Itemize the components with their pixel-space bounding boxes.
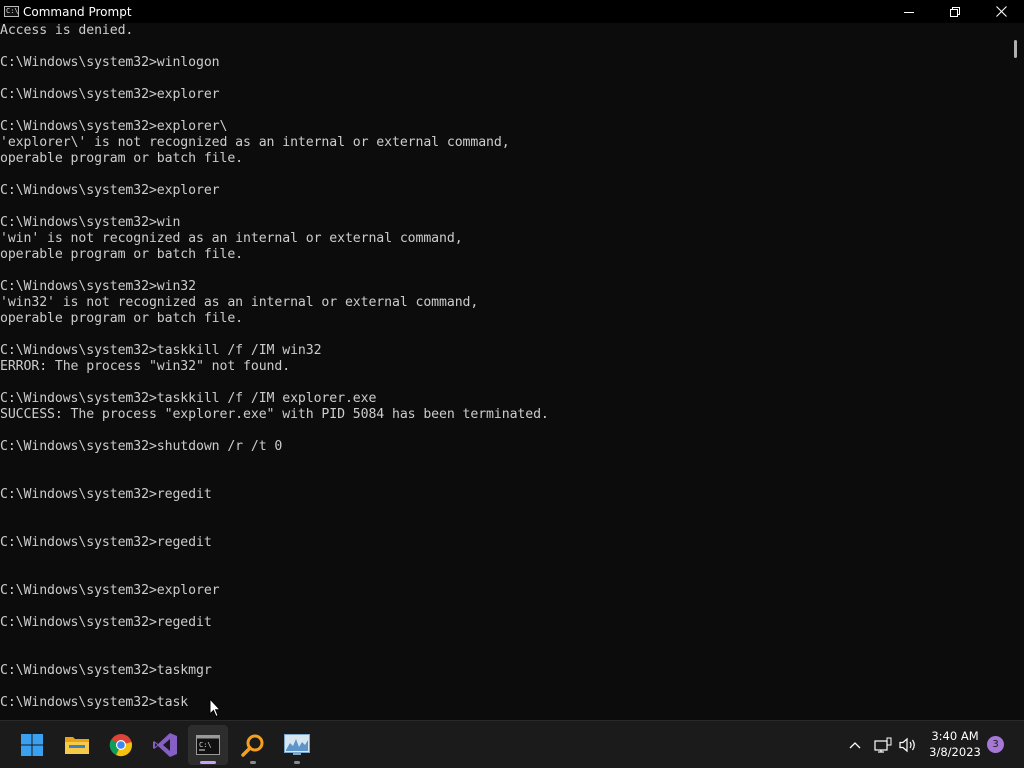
show-hidden-icons-button[interactable]: [846, 733, 864, 757]
console-line: operable program or batch file.: [0, 311, 244, 326]
taskbar-command-prompt[interactable]: C:\: [188, 725, 228, 765]
restore-icon: [950, 6, 960, 17]
console-line: C:\Windows\system32>explorer: [0, 583, 220, 598]
magnifier-icon: [241, 734, 264, 757]
console-line: ERROR: The process "win32" not found.: [0, 359, 291, 374]
volume-icon: [899, 737, 915, 753]
console-line: C:\Windows\system32>shutdown /r /t 0: [0, 439, 283, 454]
console-line: C:\Windows\system32>regedit: [0, 487, 212, 502]
taskbar-visual-studio[interactable]: [145, 725, 185, 765]
console-line: C:\Windows\system32>taskmgr: [0, 663, 212, 678]
console-line: C:\Windows\system32>taskkill /f /IM expl…: [0, 391, 377, 406]
console-line: 'win32' is not recognized as an internal…: [0, 295, 479, 310]
mouse-pointer-icon: [209, 697, 222, 722]
console-line: C:\Windows\system32>win: [0, 215, 181, 230]
taskbar-file-explorer[interactable]: [57, 725, 97, 765]
minimize-icon: [904, 11, 914, 13]
windows-start-icon: [21, 734, 43, 756]
clock-time: 3:40 AM: [931, 729, 979, 743]
taskbar-magnifier[interactable]: [233, 725, 273, 765]
clock-button[interactable]: 3:40 AM 3/8/2023: [920, 728, 990, 760]
console-line: 'explorer\' is not recognized as an inte…: [0, 135, 510, 150]
network-icon: [874, 737, 892, 753]
network-button[interactable]: [872, 733, 894, 757]
console-line: Access is denied.: [0, 23, 134, 38]
chevron-up-icon: [849, 742, 861, 749]
folder-icon: [65, 737, 89, 754]
console-line: C:\Windows\system32>explorer: [0, 87, 220, 102]
monitor-chart-icon: [284, 734, 310, 755]
start-button[interactable]: [12, 725, 52, 765]
icon-text: C:\: [6, 7, 19, 15]
window-controls: [886, 0, 1024, 23]
notification-badge[interactable]: 3: [987, 736, 1004, 753]
taskbar: C:\ 3:40 AM 3/8/2023: [0, 720, 1024, 768]
console-line: C:\Windows\system32>winlogon: [0, 55, 220, 70]
scrollbar[interactable]: [1006, 23, 1024, 720]
console-line: C:\Windows\system32>explorer: [0, 183, 220, 198]
console-line: C:\Windows\system32>explorer\: [0, 119, 228, 134]
minimize-button[interactable]: [886, 0, 932, 23]
close-button[interactable]: [978, 0, 1024, 23]
running-app-indicator: [250, 761, 256, 764]
console-line: C:\Windows\system32>regedit: [0, 615, 212, 630]
console-line: C:\Windows\system32>task: [0, 695, 189, 710]
restore-button[interactable]: [932, 0, 978, 23]
clock-date: 3/8/2023: [929, 745, 981, 759]
console-line: C:\Windows\system32>regedit: [0, 535, 212, 550]
taskbar-resource-monitor[interactable]: [277, 725, 317, 765]
console-output[interactable]: Access is denied. C:\Windows\system32>win…: [0, 23, 1006, 720]
volume-button[interactable]: [897, 733, 919, 757]
console-line: operable program or batch file.: [0, 247, 244, 262]
running-app-indicator: [294, 761, 300, 764]
terminal-icon: C:\: [196, 735, 220, 755]
console-line: operable program or batch file.: [0, 151, 244, 166]
chrome-icon: [109, 734, 132, 757]
svg-text:C:\: C:\: [199, 741, 212, 749]
scrollbar-thumb[interactable]: [1014, 40, 1017, 58]
console-line: C:\Windows\system32>taskkill /f /IM win3…: [0, 343, 322, 358]
visual-studio-icon: [153, 733, 177, 757]
active-app-indicator: [200, 761, 216, 764]
console-line: 'win' is not recognized as an internal o…: [0, 231, 463, 246]
console-line: C:\Windows\system32>win32: [0, 279, 196, 294]
console-line: SUCCESS: The process "explorer.exe" with…: [0, 407, 549, 422]
close-icon: [995, 6, 1007, 17]
taskbar-chrome[interactable]: [101, 725, 141, 765]
command-prompt-icon: C:\: [4, 6, 19, 17]
window-title: Command Prompt: [23, 4, 132, 19]
title-bar[interactable]: C:\ Command Prompt: [0, 0, 1024, 23]
